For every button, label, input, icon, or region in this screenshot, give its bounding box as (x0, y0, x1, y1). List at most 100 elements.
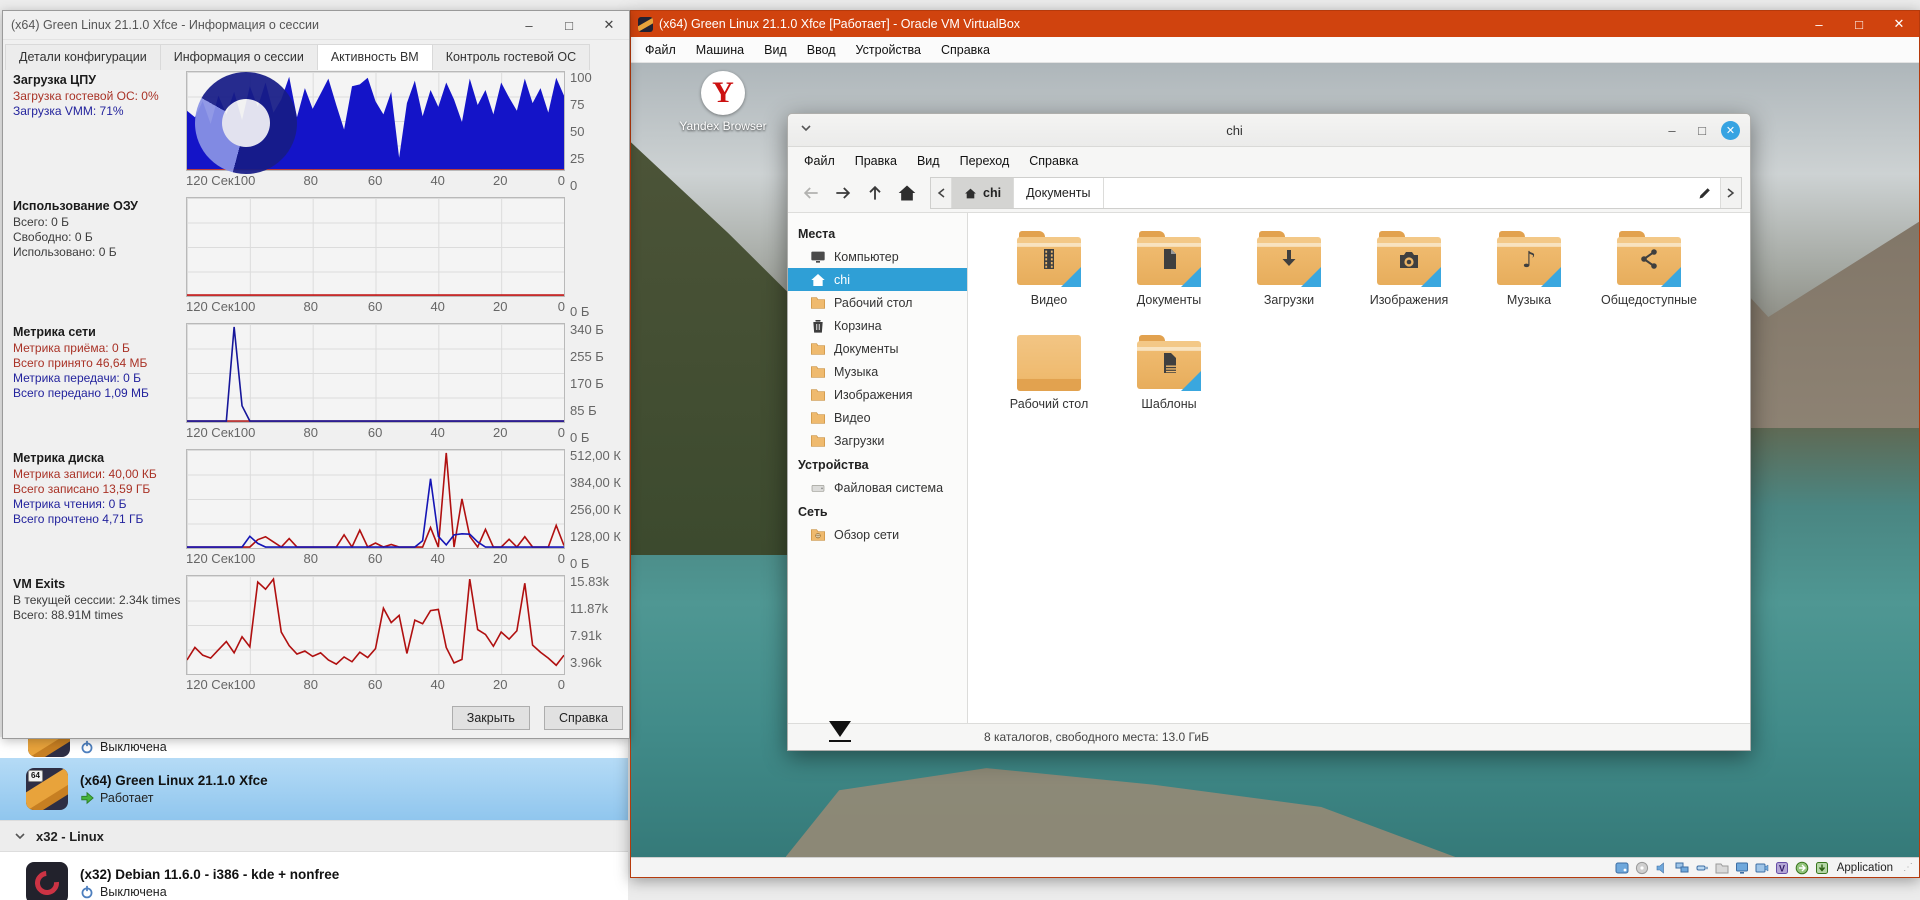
metric-line: Метрика чтения: 0 Б (13, 497, 178, 512)
sidebar-item-Корзина[interactable]: Корзина (788, 314, 967, 337)
sidebar-item-Файловая система[interactable]: Файловая система (788, 476, 967, 499)
folder-icon: ♪ (1497, 231, 1561, 287)
vm-menu-4[interactable]: Устройства (846, 40, 931, 60)
dialog-buttons: Закрыть Справка (452, 706, 623, 730)
file-manager-titlebar[interactable]: chi – □ ✕ (788, 114, 1750, 147)
folder-Документы[interactable]: Документы (1114, 231, 1224, 335)
back-button[interactable] (796, 179, 826, 207)
vm-menu-5[interactable]: Справка (931, 40, 1000, 60)
folder-Общедоступные[interactable]: Общедоступные (1594, 231, 1704, 335)
path-button-home[interactable]: chi (952, 178, 1014, 208)
folder-Видео[interactable]: Видео (994, 231, 1104, 335)
metric-line: Метрика передачи: 0 Б (13, 371, 178, 386)
virtualbox-vm-window: (x64) Green Linux 21.1.0 Xfce [Работает]… (630, 10, 1920, 878)
chevron-down-icon[interactable] (800, 121, 812, 139)
desktop-icon-yandex-browser[interactable]: Y Yandex Browser (675, 71, 771, 133)
file-manager-statusbar: 8 каталогов, свободного места: 13.0 ГиБ (788, 723, 1750, 750)
folder-Шаблоны[interactable]: Шаблоны (1114, 335, 1224, 439)
vm-menu-0[interactable]: Файл (635, 40, 686, 60)
vm-menu-2[interactable]: Вид (754, 40, 797, 60)
sidebar-item-Компьютер[interactable]: Компьютер (788, 245, 967, 268)
folder-label: Музыка (1474, 293, 1584, 307)
file-manager-sidebar: Места Компьютер chi Рабочий стол Корзина… (788, 213, 968, 723)
fm-menu-2[interactable]: Вид (907, 151, 950, 171)
file-manager-title: chi (812, 123, 1657, 138)
path-scroll-left-icon[interactable] (931, 178, 952, 208)
recording-icon[interactable] (1755, 861, 1769, 875)
desktop-root: (x64) Green Linux 21.1.0 Xfce - Информац… (0, 0, 1920, 900)
minimize-icon[interactable]: – (1657, 119, 1687, 141)
usb-icon[interactable] (1695, 861, 1709, 875)
tab-2[interactable]: Активность ВМ (317, 44, 433, 70)
vm-menu-1[interactable]: Машина (686, 40, 754, 60)
close-icon[interactable]: ✕ (589, 12, 629, 38)
mouse-integration-icon[interactable] (1795, 861, 1809, 875)
host-key-label: Application (1837, 862, 1893, 874)
folder-Изображения[interactable]: Изображения (1354, 231, 1464, 335)
resize-grip[interactable]: ⋰ (1903, 862, 1913, 873)
fm-menu-0[interactable]: Файл (794, 151, 845, 171)
maximize-icon[interactable]: □ (1839, 11, 1879, 37)
network-icon[interactable] (1675, 861, 1689, 875)
vm-list-item-partial[interactable]: Выключена (0, 737, 628, 758)
up-button[interactable] (860, 179, 890, 207)
edit-path-icon[interactable] (1688, 178, 1720, 208)
vm-list-item[interactable]: (x32) Debian 11.6.0 - i386 - kde + nonfr… (0, 852, 628, 900)
sidebar-item-Видео[interactable]: Видео (788, 406, 967, 429)
metric-line: Всего передано 1,09 МБ (13, 386, 178, 401)
running-icon (80, 791, 94, 805)
keyboard-capture-icon[interactable] (1815, 861, 1829, 875)
folder-Загрузки[interactable]: Загрузки (1234, 231, 1344, 335)
drive-icon (810, 480, 826, 496)
metric-line: Загрузка VMM: 71% (13, 104, 178, 119)
optical-disk-icon[interactable] (1635, 861, 1649, 875)
metric-chart (186, 323, 565, 423)
folder-label: Документы (1114, 293, 1224, 307)
folder-Музыка[interactable]: ♪ Музыка (1474, 231, 1584, 335)
shared-folders-icon[interactable] (1715, 861, 1729, 875)
path-button-documents[interactable]: Документы (1014, 178, 1103, 208)
fm-menu-4[interactable]: Справка (1019, 151, 1088, 171)
minimize-icon[interactable]: – (509, 12, 549, 38)
sidebar-item-Изображения[interactable]: Изображения (788, 383, 967, 406)
display-icon[interactable] (1735, 861, 1749, 875)
folder-icon (810, 410, 826, 426)
hard-disk-icon[interactable] (1615, 861, 1629, 875)
maximize-icon[interactable]: □ (549, 12, 589, 38)
folder-Рабочий стол[interactable]: Рабочий стол (994, 335, 1104, 439)
help-button[interactable]: Справка (544, 706, 623, 730)
metric-chart (186, 71, 565, 171)
metric-chart (186, 575, 565, 675)
vm-menu-3[interactable]: Ввод (797, 40, 846, 60)
metric-line: Метрика записи: 40,00 КБ (13, 467, 178, 482)
close-icon[interactable]: ✕ (1879, 11, 1919, 37)
sidebar-item-Документы[interactable]: Документы (788, 337, 967, 360)
metric-values: Метрика записи: 40,00 КБВсего записано 1… (13, 467, 178, 527)
metric-title: Метрика сети (13, 325, 178, 339)
session-titlebar[interactable]: (x64) Green Linux 21.1.0 Xfce - Информац… (3, 11, 629, 40)
sidebar-item-Рабочий стол[interactable]: Рабочий стол (788, 291, 967, 314)
fm-menu-3[interactable]: Переход (950, 151, 1020, 171)
sidebar-item-Загрузки[interactable]: Загрузки (788, 429, 967, 452)
sidebar-item-Обзор сети[interactable]: Обзор сети (788, 523, 967, 546)
metric-line: Загрузка гостевой ОС: 0% (13, 89, 178, 104)
vm-list-item-selected[interactable]: 64 (x64) Green Linux 21.1.0 Xfce Работае… (0, 758, 628, 820)
close-icon[interactable]: ✕ (1721, 121, 1740, 140)
path-scroll-right-icon[interactable] (1720, 178, 1741, 208)
sidebar-item-Музыка[interactable]: Музыка (788, 360, 967, 383)
maximize-icon[interactable]: □ (1687, 119, 1717, 141)
close-dialog-button[interactable]: Закрыть (452, 706, 530, 730)
metric-row: Использование ОЗУ Всего: 0 БСвободно: 0 … (3, 197, 629, 321)
folder-icon (1137, 231, 1201, 287)
minimize-icon[interactable]: – (1799, 11, 1839, 37)
features-icon[interactable]: V (1775, 861, 1789, 875)
audio-icon[interactable] (1655, 861, 1669, 875)
vm-titlebar[interactable]: (x64) Green Linux 21.1.0 Xfce [Работает]… (631, 11, 1919, 37)
chart-x-axis: 120 Сек100806040200 (186, 423, 565, 443)
forward-button[interactable] (828, 179, 858, 207)
fm-menu-1[interactable]: Правка (845, 151, 907, 171)
sidebar-item-chi[interactable]: chi (788, 268, 967, 291)
home-button[interactable] (892, 179, 922, 207)
vm-status: Выключена (80, 740, 167, 754)
vm-group-header[interactable]: x32 - Linux (0, 820, 628, 852)
